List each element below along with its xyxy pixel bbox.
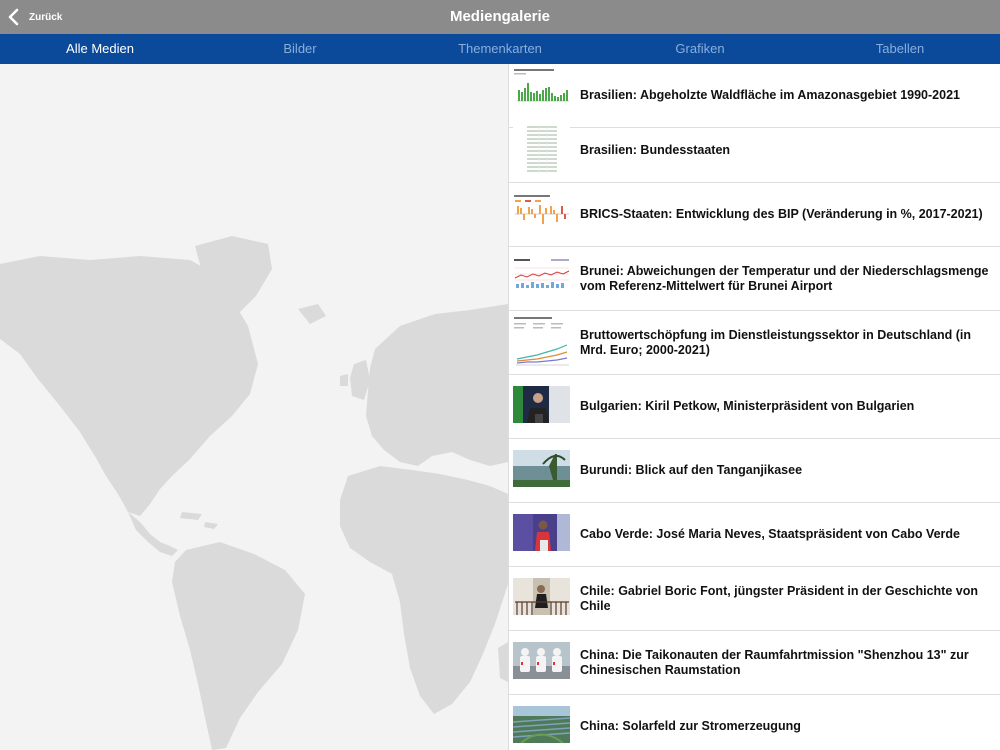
photo-thumb bbox=[513, 706, 570, 743]
list-item-title: Brunei: Abweichungen der Temperatur und … bbox=[580, 263, 989, 293]
header-bar: Zurück Mediengalerie bbox=[0, 0, 1000, 34]
list-item[interactable]: Chile: Gabriel Boric Font, jüngster Präs… bbox=[509, 567, 1000, 631]
chevron-left-icon bbox=[8, 8, 19, 26]
list-item[interactable]: Burundi: Blick auf den Tanganjikasee bbox=[509, 439, 1000, 503]
list-item-title: Burundi: Blick auf den Tanganjikasee bbox=[580, 463, 803, 477]
tab-tabellen[interactable]: Tabellen bbox=[800, 34, 1000, 64]
list-item-title: Bulgarien: Kiril Petkow, Ministerpräside… bbox=[580, 399, 915, 413]
list-item[interactable]: Bruttowertschöpfung im Dienstleistungsse… bbox=[509, 311, 1000, 375]
tab-bar: Alle Medien Bilder Themenkarten Grafiken… bbox=[0, 34, 1000, 64]
tab-alle-medien[interactable]: Alle Medien bbox=[0, 34, 200, 64]
back-label: Zurück bbox=[29, 11, 63, 23]
list-item[interactable]: Cabo Verde: José Maria Neves, Staatspräs… bbox=[509, 503, 1000, 567]
list-item[interactable]: Brunei: Abweichungen der Temperatur und … bbox=[509, 247, 1000, 311]
tab-grafiken[interactable]: Grafiken bbox=[600, 34, 800, 64]
table-thumb bbox=[513, 123, 570, 178]
world-map-icon bbox=[0, 236, 508, 750]
list-item[interactable]: Brasilien: Bundesstaaten bbox=[509, 119, 1000, 183]
tab-bilder[interactable]: Bilder bbox=[200, 34, 400, 64]
photo-thumb bbox=[513, 642, 570, 679]
list-item[interactable]: BRICS-Staaten: Entwicklung des BIP (Verä… bbox=[509, 183, 1000, 247]
list-item[interactable]: China: Die Taikonauten der Raumfahrtmiss… bbox=[509, 631, 1000, 695]
list-item-title: Cabo Verde: José Maria Neves, Staatspräs… bbox=[580, 527, 961, 541]
photo-thumb bbox=[513, 578, 570, 615]
list-item-title: China: Solarfeld zur Stromerzeugung bbox=[580, 719, 801, 733]
back-button[interactable]: Zurück bbox=[6, 0, 62, 34]
bar-chart-thumb bbox=[513, 68, 570, 105]
page-title: Mediengalerie bbox=[449, 8, 551, 25]
photo-thumb bbox=[513, 450, 570, 487]
photo-thumb bbox=[513, 514, 570, 551]
list-item-title: Brasilien: Abgeholzte Waldfläche im Amaz… bbox=[580, 88, 960, 102]
list-item-title: BRICS-Staaten: Entwicklung des BIP (Verä… bbox=[580, 207, 983, 221]
list-item-title: Bruttowertschöpfung im Dienstleistungsse… bbox=[580, 327, 972, 357]
bar-chart-thumb bbox=[513, 194, 570, 231]
climate-chart-thumb bbox=[513, 258, 570, 295]
list-item-title: Chile: Gabriel Boric Font, jüngster Präs… bbox=[580, 583, 978, 613]
tab-themenkarten[interactable]: Themenkarten bbox=[400, 34, 600, 64]
list-item[interactable]: Bulgarien: Kiril Petkow, Ministerpräside… bbox=[509, 375, 1000, 439]
list-item[interactable]: China: Solarfeld zur Stromerzeugung bbox=[509, 695, 1000, 750]
list-item-title: China: Die Taikonauten der Raumfahrtmiss… bbox=[580, 647, 969, 677]
world-map[interactable] bbox=[0, 64, 508, 750]
line-chart-thumb bbox=[513, 315, 570, 370]
photo-thumb bbox=[513, 386, 570, 423]
media-list: Brasilien: Abgeholzte Waldfläche im Amaz… bbox=[508, 64, 1000, 750]
list-item-title: Brasilien: Bundesstaaten bbox=[580, 143, 731, 157]
